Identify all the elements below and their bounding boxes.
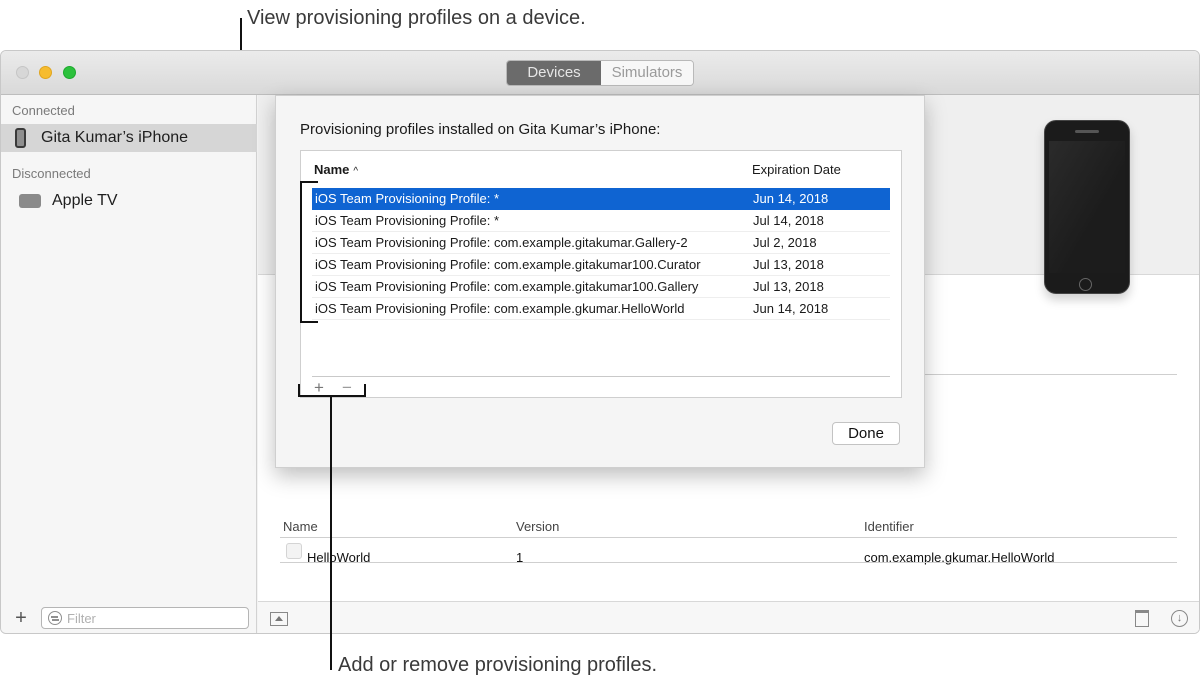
callout-bracket [364, 384, 366, 396]
profile-row[interactable]: iOS Team Provisioning Profile: * Jun 14, … [312, 188, 890, 210]
column-header-name[interactable]: Name ^ [314, 162, 358, 177]
sidebar-item-label: Gita Kumar’s iPhone [41, 129, 189, 146]
callout-add-remove: Add or remove provisioning profiles. [338, 654, 658, 676]
filter-placeholder: Filter [67, 610, 96, 626]
app-icon [286, 543, 302, 559]
sidebar-footer: + Filter [1, 601, 257, 633]
profile-name: iOS Team Provisioning Profile: * [315, 191, 500, 206]
apps-header-divider [280, 537, 1177, 538]
profiles-toolbar: + − [312, 376, 890, 398]
profile-date: Jun 14, 2018 [753, 301, 829, 316]
show-console-icon[interactable] [270, 612, 288, 626]
profile-name: iOS Team Provisioning Profile: * [315, 213, 500, 228]
done-button[interactable]: Done [832, 422, 900, 445]
profile-date: Jul 2, 2018 [753, 235, 817, 250]
profile-name: iOS Team Provisioning Profile: com.examp… [315, 257, 701, 272]
callout-bracket [300, 181, 318, 183]
sidebar: Connected Gita Kumar’s iPhone Disconnect… [1, 95, 257, 633]
callout-line [330, 396, 332, 670]
profile-date: Jul 13, 2018 [753, 279, 824, 294]
apps-column-name[interactable]: Name [283, 519, 318, 534]
section-disconnected: Disconnected [12, 166, 91, 181]
devices-simulators-segmented-control: Devices Simulators [506, 60, 694, 86]
sort-ascending-icon: ^ [353, 166, 359, 177]
callout-bracket [298, 395, 366, 397]
apps-row-divider [280, 562, 1177, 563]
sidebar-item-gita-iphone[interactable]: Gita Kumar’s iPhone [1, 124, 257, 152]
callout-view-profiles: View provisioning profiles on a device. [247, 7, 586, 29]
sheet-title: Provisioning profiles installed on Gita … [300, 121, 661, 138]
profile-name: iOS Team Provisioning Profile: com.examp… [315, 279, 699, 294]
tab-simulators[interactable]: Simulators [601, 61, 693, 85]
add-device-button[interactable]: + [1, 607, 41, 630]
sidebar-item-apple-tv[interactable]: Apple TV [1, 187, 257, 215]
profile-row[interactable]: iOS Team Provisioning Profile: com.examp… [312, 232, 890, 254]
apps-column-identifier[interactable]: Identifier [864, 519, 914, 534]
callout-bracket [300, 321, 318, 323]
profile-name: iOS Team Provisioning Profile: com.examp… [315, 301, 685, 316]
sidebar-item-label: Apple TV [52, 192, 118, 209]
iphone-image [1044, 120, 1130, 294]
close-button[interactable] [16, 66, 29, 79]
main-footer: ↓ [258, 601, 1199, 633]
profile-name: iOS Team Provisioning Profile: com.examp… [315, 235, 688, 250]
profile-row[interactable]: iOS Team Provisioning Profile: com.examp… [312, 298, 890, 320]
profile-row[interactable]: iOS Team Provisioning Profile: com.examp… [312, 254, 890, 276]
profiles-table: Name ^ Expiration Date iOS Team Provision… [300, 150, 902, 398]
download-icon[interactable]: ↓ [1171, 610, 1188, 627]
profile-row[interactable]: iOS Team Provisioning Profile: * Jul 14, … [312, 210, 890, 232]
section-connected: Connected [12, 103, 75, 118]
filter-icon [48, 611, 62, 625]
minimize-button[interactable] [39, 66, 52, 79]
title-bar: Devices Simulators [1, 51, 1199, 95]
provisioning-profiles-sheet: Provisioning profiles installed on Gita … [275, 95, 925, 468]
apple-tv-icon [19, 194, 41, 208]
callout-bracket [300, 181, 302, 323]
trash-icon[interactable] [1135, 610, 1149, 627]
profiles-rows: iOS Team Provisioning Profile: * Jun 14, … [312, 188, 890, 320]
apps-column-version[interactable]: Version [516, 519, 559, 534]
profile-date: Jul 14, 2018 [753, 213, 824, 228]
zoom-button[interactable] [63, 66, 76, 79]
column-header-name-label: Name [314, 162, 350, 177]
profile-date: Jun 14, 2018 [753, 191, 829, 206]
tab-devices[interactable]: Devices [507, 61, 601, 85]
iphone-icon [15, 128, 26, 148]
profile-date: Jul 13, 2018 [753, 257, 824, 272]
profile-row[interactable]: iOS Team Provisioning Profile: com.examp… [312, 276, 890, 298]
filter-field[interactable]: Filter [41, 607, 249, 629]
column-header-expiration[interactable]: Expiration Date [752, 162, 841, 177]
